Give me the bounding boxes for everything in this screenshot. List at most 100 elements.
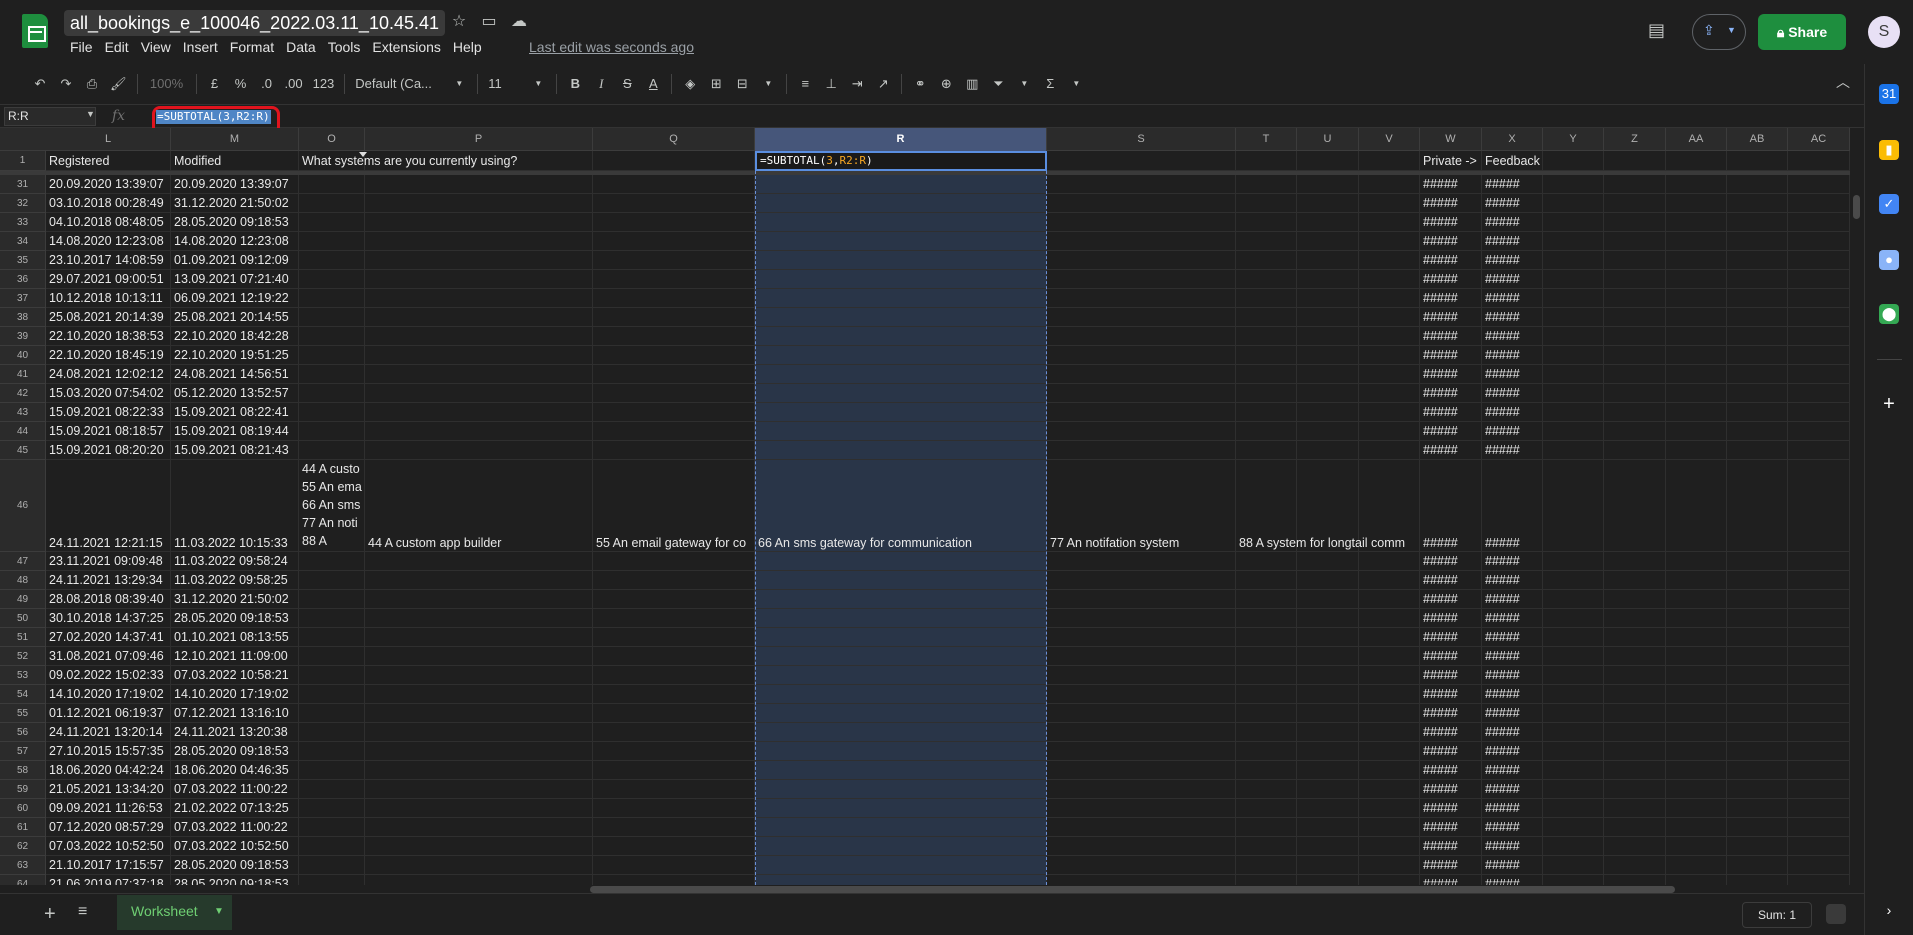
cell-X[interactable]: ##### <box>1482 460 1543 551</box>
row-header-1[interactable]: 1 <box>0 151 46 171</box>
horizontal-align-icon[interactable]: ≡ <box>793 70 817 98</box>
chevron-down-icon[interactable]: ▼ <box>86 109 95 119</box>
cell-X[interactable]: ##### <box>1482 856 1543 874</box>
cell-X[interactable]: ##### <box>1482 742 1543 760</box>
cell-X[interactable]: ##### <box>1482 346 1543 364</box>
maps-icon[interactable]: ⬤ <box>1879 304 1899 324</box>
row-header-51[interactable]: 51 <box>0 628 46 647</box>
menu-insert[interactable]: Insert <box>177 36 224 58</box>
cell-W[interactable]: ##### <box>1420 571 1482 589</box>
column-header-V[interactable]: V <box>1359 128 1420 151</box>
row-header-38[interactable]: 38 <box>0 308 46 327</box>
more-formats-button[interactable]: 123 <box>309 70 339 98</box>
avatar[interactable]: S <box>1868 16 1900 48</box>
row-header-32[interactable]: 32 <box>0 194 46 213</box>
formula-input[interactable]: =SUBTOTAL(3,R2:R) <box>156 110 271 124</box>
cell-W[interactable]: ##### <box>1420 460 1482 551</box>
menu-tools[interactable]: Tools <box>322 36 367 58</box>
cell-M[interactable]: 31.12.2020 21:50:02 <box>171 590 299 608</box>
cell-X[interactable]: ##### <box>1482 213 1543 231</box>
row-header-45[interactable]: 45 <box>0 441 46 460</box>
cell-L[interactable]: 27.10.2015 15:57:35 <box>46 742 171 760</box>
cell-W[interactable]: ##### <box>1420 742 1482 760</box>
text-wrap-icon[interactable]: ⇥ <box>845 70 869 98</box>
cell-W[interactable]: ##### <box>1420 818 1482 836</box>
cell-L[interactable]: 18.06.2020 04:42:24 <box>46 761 171 779</box>
cell-X[interactable]: ##### <box>1482 761 1543 779</box>
strikethrough-icon[interactable]: S <box>615 70 639 98</box>
increase-decimal-button[interactable]: .00 <box>281 70 307 98</box>
cell-W[interactable]: ##### <box>1420 837 1482 855</box>
cell-L[interactable]: 24.11.2021 13:20:14 <box>46 723 171 741</box>
cell-M[interactable]: 28.05.2020 09:18:53 <box>171 875 299 885</box>
cell-L[interactable]: 10.12.2018 10:13:11 <box>46 289 171 307</box>
last-edit-link[interactable]: Last edit was seconds ago <box>529 36 694 58</box>
explore-icon[interactable] <box>1826 904 1846 924</box>
cell-W[interactable]: ##### <box>1420 365 1482 383</box>
cell-W[interactable]: ##### <box>1420 422 1482 440</box>
borders-icon[interactable]: ⊞ <box>704 70 728 98</box>
column-header-P[interactable]: P <box>365 128 593 151</box>
cell-M[interactable]: 14.08.2020 12:23:08 <box>171 232 299 250</box>
cell-X[interactable]: ##### <box>1482 609 1543 627</box>
row-header-54[interactable]: 54 <box>0 685 46 704</box>
sum-indicator[interactable]: Sum: 1 <box>1742 902 1812 928</box>
row-header-37[interactable]: 37 <box>0 289 46 308</box>
cell-W[interactable]: ##### <box>1420 441 1482 459</box>
cell-L[interactable]: 01.12.2021 06:19:37 <box>46 704 171 722</box>
menu-file[interactable]: File <box>64 36 99 58</box>
cell-M[interactable]: 13.09.2021 07:21:40 <box>171 270 299 288</box>
cell-T[interactable]: 88 A system for longtail comm <box>1236 460 1420 551</box>
add-sheet-icon[interactable]: + <box>44 903 56 926</box>
cell-L[interactable]: 31.08.2021 07:09:46 <box>46 647 171 665</box>
cell-X[interactable]: ##### <box>1482 704 1543 722</box>
cell-W[interactable]: ##### <box>1420 289 1482 307</box>
row-header-59[interactable]: 59 <box>0 780 46 799</box>
cell-X[interactable]: ##### <box>1482 441 1543 459</box>
cell-M[interactable]: 11.03.2022 09:58:24 <box>171 552 299 570</box>
vertical-scrollbar[interactable] <box>1853 195 1860 219</box>
cell-M[interactable]: 24.11.2021 13:20:38 <box>171 723 299 741</box>
cell-M[interactable]: 06.09.2021 12:19:22 <box>171 289 299 307</box>
cell-L[interactable]: 23.10.2017 14:08:59 <box>46 251 171 269</box>
cell-W[interactable]: ##### <box>1420 403 1482 421</box>
cell-M[interactable]: 22.10.2020 18:42:28 <box>171 327 299 345</box>
cell-M[interactable]: 14.10.2020 17:19:02 <box>171 685 299 703</box>
cell-X[interactable]: ##### <box>1482 232 1543 250</box>
cell-X[interactable]: ##### <box>1482 289 1543 307</box>
percent-format-button[interactable]: % <box>229 70 253 98</box>
cell-M[interactable]: 07.03.2022 11:00:22 <box>171 818 299 836</box>
cell-X[interactable]: ##### <box>1482 723 1543 741</box>
text-color-icon[interactable]: A <box>641 70 665 98</box>
currency-format-button[interactable]: £ <box>203 70 227 98</box>
column-header-Y[interactable]: Y <box>1543 128 1604 151</box>
menu-help[interactable]: Help <box>447 36 488 58</box>
column-header-T[interactable]: T <box>1236 128 1297 151</box>
insert-comment-icon[interactable]: ⊕ <box>934 70 958 98</box>
font-select[interactable]: Default (Ca... <box>351 70 445 98</box>
cell-X[interactable]: ##### <box>1482 194 1543 212</box>
row-header-35[interactable]: 35 <box>0 251 46 270</box>
column-header-M[interactable]: M <box>171 128 299 151</box>
cell-M[interactable]: 28.05.2020 09:18:53 <box>171 856 299 874</box>
row-header-36[interactable]: 36 <box>0 270 46 289</box>
cell-L[interactable]: 29.07.2021 09:00:51 <box>46 270 171 288</box>
calendar-icon[interactable]: 31 <box>1879 84 1899 104</box>
cell-X[interactable]: ##### <box>1482 571 1543 589</box>
cell-W[interactable]: ##### <box>1420 327 1482 345</box>
cell-X[interactable]: ##### <box>1482 818 1543 836</box>
name-box[interactable]: R:R <box>4 107 96 126</box>
row-header-52[interactable]: 52 <box>0 647 46 666</box>
cell-L[interactable]: 15.03.2020 07:54:02 <box>46 384 171 402</box>
row-header-44[interactable]: 44 <box>0 422 46 441</box>
collapse-toolbar-icon[interactable]: ︿ <box>1836 72 1850 92</box>
cell-M[interactable]: 07.03.2022 10:52:50 <box>171 837 299 855</box>
active-cell-R1[interactable]: =SUBTOTAL(3,R2:R) <box>755 151 1047 171</box>
cell-L[interactable]: 30.10.2018 14:37:25 <box>46 609 171 627</box>
menu-data[interactable]: Data <box>280 36 322 58</box>
cell-L[interactable]: 15.09.2021 08:22:33 <box>46 403 171 421</box>
column-header-Z[interactable]: Z <box>1604 128 1666 151</box>
cell-W[interactable]: ##### <box>1420 799 1482 817</box>
cell-X[interactable]: ##### <box>1482 270 1543 288</box>
cell-L[interactable]: 09.09.2021 11:26:53 <box>46 799 171 817</box>
